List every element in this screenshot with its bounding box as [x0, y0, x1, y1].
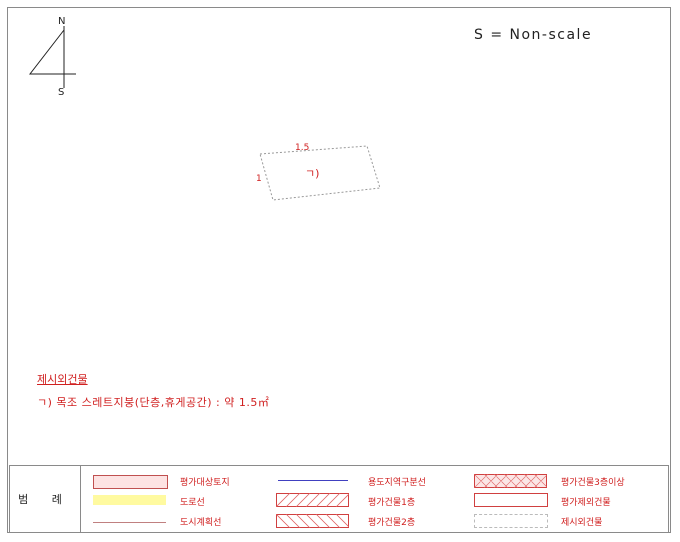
- compass-north-label: N: [58, 16, 66, 27]
- legend-swatch-road-line: [93, 495, 166, 505]
- legend-swatch-zoning-line: [278, 480, 348, 481]
- legend-label-bldg-1f: 평가건물1층: [368, 498, 416, 508]
- legend-title: 범 례: [10, 466, 81, 532]
- legend-label-eval-land: 평가대상토지: [180, 478, 230, 488]
- section-title: 제시외건물: [37, 373, 88, 386]
- legend-label-bldg-2f: 평가건물2층: [368, 518, 416, 528]
- legend-swatch-excluded-bldg: [474, 493, 548, 507]
- legend-swatch-bldg-3f: [474, 474, 547, 488]
- legend-label-city-plan-line: 도시계획선: [180, 518, 222, 528]
- legend-label-other-bldg: 제시외건물: [561, 518, 603, 528]
- legend-label-excluded-bldg: 평가제외건물: [561, 498, 611, 508]
- legend-swatch-city-plan-line: [93, 522, 166, 523]
- dimension-width: 1.5: [295, 143, 310, 153]
- section-item: ㄱ) 목조 스레트지붕(단층,휴게공간) : 약 1.5㎡: [37, 396, 270, 409]
- legend-swatch-eval-land: [93, 475, 168, 489]
- drawing-frame: [7, 7, 671, 533]
- north-arrow-icon: [28, 26, 76, 88]
- compass-south-label: S: [58, 87, 65, 98]
- legend-label-road-line: 도로선: [180, 498, 205, 508]
- legend-swatch-bldg-2f: [276, 514, 349, 528]
- legend-label-zoning-line: 용도지역구분선: [368, 478, 426, 488]
- legend-swatch-other-bldg: [474, 514, 548, 528]
- building-outline: [259, 145, 381, 201]
- legend: 범 례 평가대상토지 도로선 도시계획선 용도지역구분선 평가건물1층 평가건물…: [9, 465, 669, 533]
- legend-label-bldg-3f: 평가건물3층이상: [561, 478, 625, 488]
- dimension-height: 1: [256, 174, 262, 184]
- scale-text: S = Non-scale: [474, 27, 593, 43]
- building-label: ㄱ): [305, 167, 320, 180]
- legend-swatch-bldg-1f: [276, 493, 349, 507]
